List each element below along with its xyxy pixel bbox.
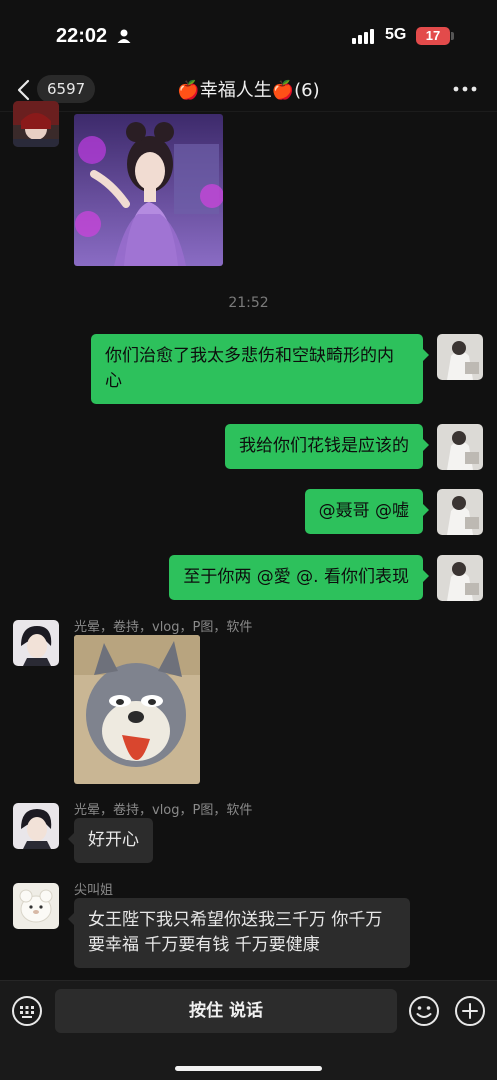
sticker-image xyxy=(74,635,200,784)
home-indicator[interactable] xyxy=(175,1066,322,1071)
avatar-image xyxy=(13,803,59,849)
timestamp: 21:52 xyxy=(228,295,269,311)
status-bar: 22:02 5G 17 xyxy=(0,0,497,72)
member-avatar[interactable] xyxy=(13,883,59,929)
member-avatar[interactable] xyxy=(13,803,59,849)
status-time: 22:02 xyxy=(56,25,108,47)
message-text: @聂哥 @嘘 xyxy=(318,501,409,521)
avatar-image xyxy=(437,555,483,601)
incoming-message[interactable]: 女王陛下我只希望你送我三千万 你千万要幸福 千万要有钱 千万要健康 xyxy=(68,898,410,968)
my-avatar[interactable] xyxy=(437,489,483,535)
outgoing-message[interactable]: @聂哥 @嘘 xyxy=(304,489,430,534)
my-avatar[interactable] xyxy=(437,334,483,380)
avatar-image xyxy=(437,424,483,470)
outgoing-message[interactable]: 我给你们花钱是应该的 xyxy=(225,424,429,469)
battery-tip xyxy=(451,32,454,40)
member-avatar[interactable] xyxy=(13,620,59,666)
hold-to-talk-button[interactable]: 按住 说话 xyxy=(55,989,397,1033)
person-icon xyxy=(117,29,131,43)
avatar-image xyxy=(13,101,59,147)
my-avatar[interactable] xyxy=(437,424,483,470)
avatar-image xyxy=(13,620,59,666)
battery-level: 17 xyxy=(416,27,450,45)
input-bar: 按住 说话 xyxy=(0,980,497,1080)
avatar-image xyxy=(437,489,483,535)
message-text: 我给你们花钱是应该的 xyxy=(239,436,409,456)
avatar-image xyxy=(13,883,59,929)
avatar[interactable] xyxy=(13,101,59,147)
nav-bar: 6597 🍎幸福人生🍎(6) xyxy=(0,72,497,112)
sender-name: 光晕，卷持，vlog，P图，软件 xyxy=(74,803,253,818)
message-text: 至于你两 @愛 @. 看你们表现 xyxy=(183,567,409,587)
my-avatar[interactable] xyxy=(437,555,483,601)
image-message[interactable] xyxy=(74,114,223,266)
plus-icon[interactable] xyxy=(454,995,486,1027)
network-type: 5G xyxy=(385,26,407,43)
more-icon[interactable] xyxy=(452,86,478,92)
character-image xyxy=(74,114,223,266)
signal-icon xyxy=(352,29,374,44)
message-text: 好开心 xyxy=(88,830,139,850)
outgoing-message[interactable]: 你们治愈了我太多悲伤和空缺畸形的内心 xyxy=(91,334,429,404)
sender-name: 光晕，卷持，vlog，P图，软件 xyxy=(74,620,253,635)
emoji-icon[interactable] xyxy=(408,995,440,1027)
incoming-message[interactable]: 好开心 xyxy=(68,818,153,863)
keyboard-icon[interactable] xyxy=(11,995,43,1027)
outgoing-message[interactable]: 至于你两 @愛 @. 看你们表现 xyxy=(169,555,429,600)
image-message[interactable] xyxy=(74,635,200,784)
unread-count-badge[interactable]: 6597 xyxy=(37,75,96,103)
message-text: 你们治愈了我太多悲伤和空缺畸形的内心 xyxy=(105,346,394,391)
sender-name: 尖叫姐 xyxy=(74,883,114,898)
message-text: 女王陛下我只希望你送我三千万 你千万要幸福 千万要有钱 千万要健康 xyxy=(88,910,383,955)
back-icon[interactable] xyxy=(14,78,34,102)
avatar-image xyxy=(437,334,483,380)
